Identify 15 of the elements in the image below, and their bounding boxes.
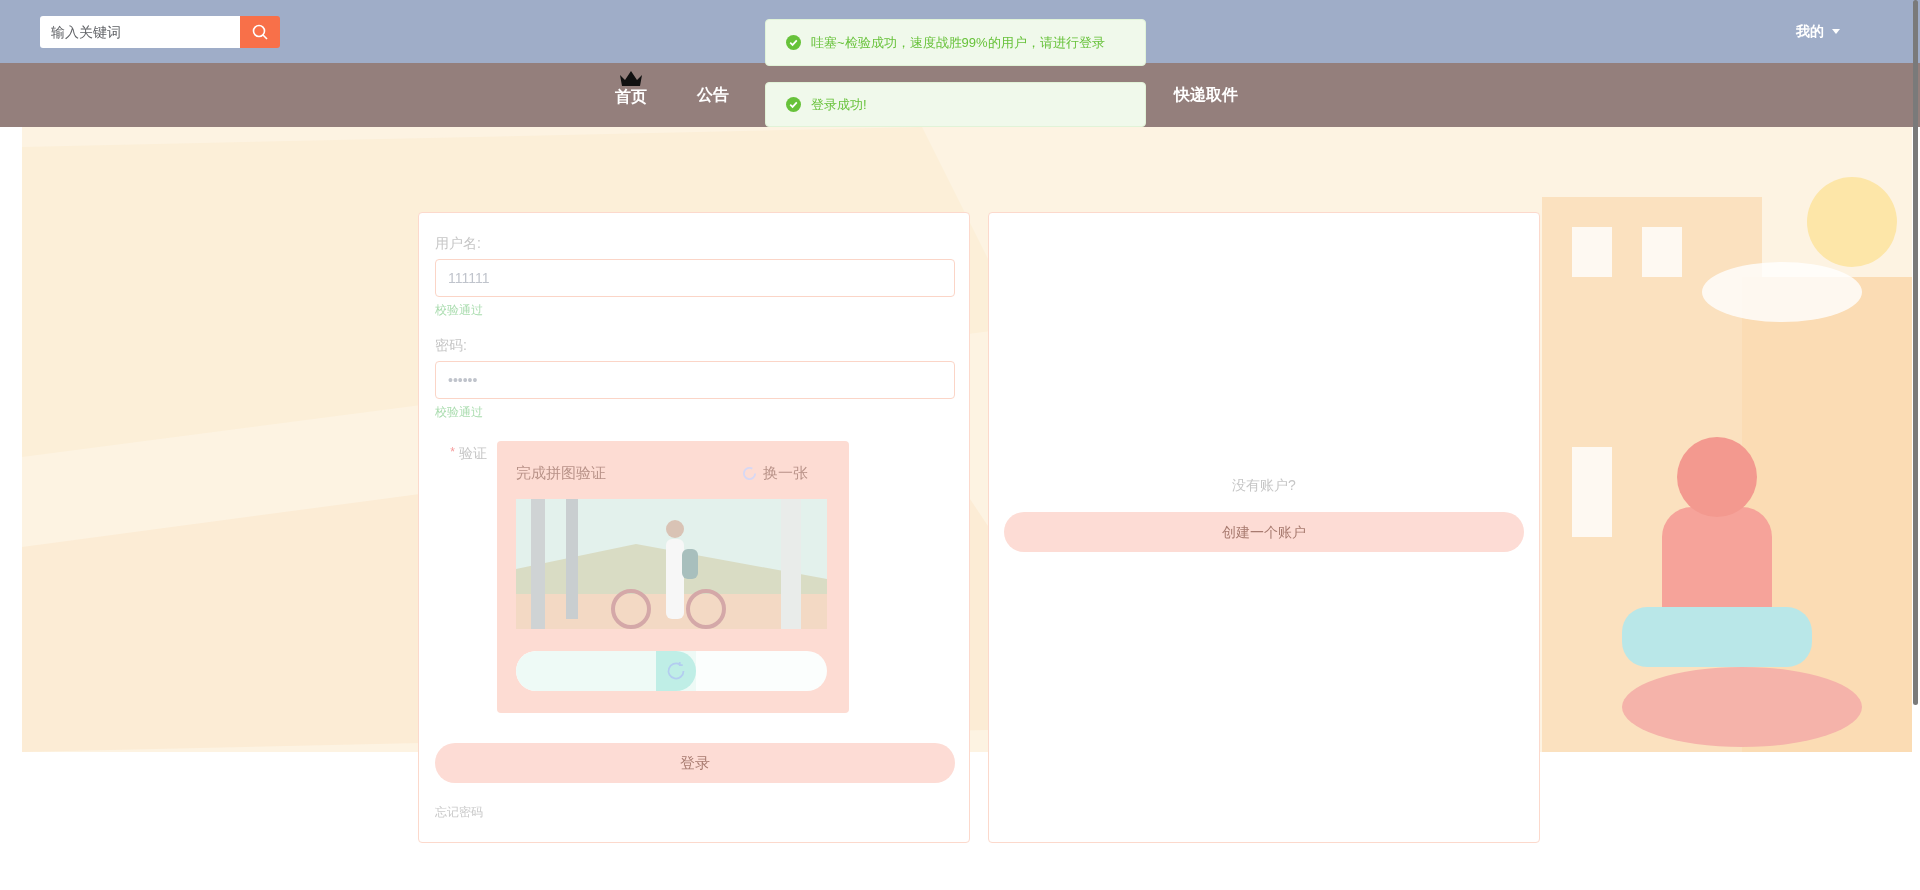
search-button[interactable] — [240, 15, 280, 48]
toast-message: 哇塞~检验成功，速度战胜99%的用户，请进行登录 — [811, 33, 1105, 52]
nav-tab[interactable]: 公告 — [697, 63, 729, 127]
user-menu[interactable]: 我的 — [1796, 21, 1840, 42]
search-field[interactable]: 输入关键词 — [40, 15, 240, 48]
success-icon — [786, 97, 801, 112]
search-icon — [252, 23, 268, 40]
toast-message: 登录成功! — [811, 95, 867, 114]
nav-tab[interactable]: 快递取件 — [1174, 63, 1238, 127]
nav-tab[interactable]: 首页 — [615, 63, 647, 127]
crown-icon — [618, 69, 644, 87]
login-button[interactable]: 登录 — [435, 743, 955, 783]
caret-icon — [1832, 29, 1840, 34]
scrollbar[interactable] — [1913, 0, 1918, 705]
success-icon — [786, 35, 801, 50]
